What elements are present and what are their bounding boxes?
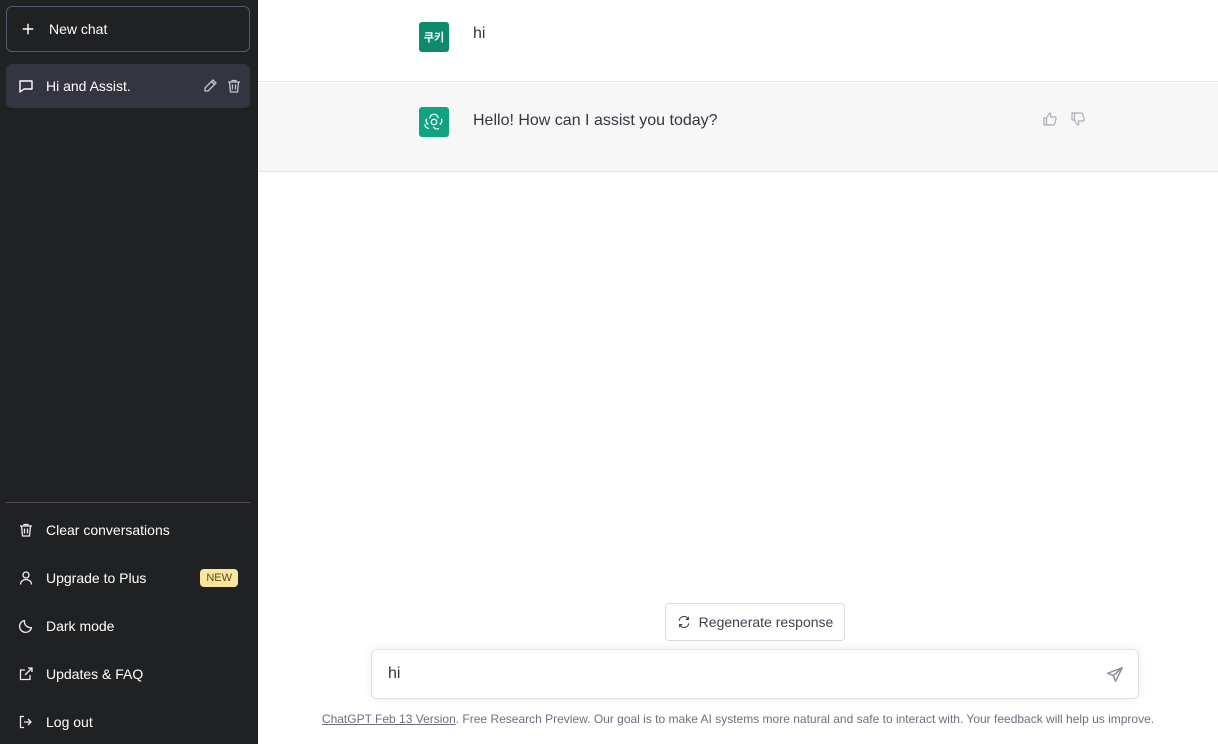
user-message-text: hi [473,25,486,42]
sidebar: New chat Hi and Assist. Clear conversati… [0,0,258,744]
message-input-box [371,649,1139,699]
send-icon[interactable] [1106,666,1124,684]
chat-title: Hi and Assist. [46,78,131,94]
trash-icon[interactable] [226,78,242,94]
app-window: New chat Hi and Assist. Clear conversati… [0,0,1218,744]
updates-faq-link[interactable]: Updates & FAQ [6,650,250,698]
updates-faq-label: Updates & FAQ [46,666,144,682]
feedback-controls [1042,111,1086,127]
version-link[interactable]: ChatGPT Feb 13 Version [322,712,456,726]
footer-text: . Free Research Preview. Our goal is to … [455,712,1155,726]
logout-icon [18,714,34,730]
moon-icon [18,618,34,634]
openai-logo-icon [419,107,449,137]
message-input[interactable] [388,650,1088,698]
clear-conversations-button[interactable]: Clear conversations [6,506,250,554]
user-icon [18,570,34,586]
trash-icon [18,522,34,538]
sidebar-chat-item[interactable]: Hi and Assist. [6,64,250,108]
pencil-icon[interactable] [202,78,218,94]
logout-label: Log out [46,714,93,730]
external-link-icon [18,666,34,682]
thumbs-down-icon[interactable] [1070,111,1086,127]
footer-disclaimer: ChatGPT Feb 13 Version. Free Research Pr… [258,712,1218,726]
upgrade-label: Upgrade to Plus [46,570,147,586]
sidebar-menu: Clear conversations Upgrade to Plus NEW … [6,506,250,744]
new-badge: NEW [200,569,238,587]
logout-button[interactable]: Log out [6,698,250,744]
user-message-row: 쿠키 hi [258,0,1218,82]
chat-bubble-icon [18,78,34,94]
new-chat-button[interactable]: New chat [6,6,250,52]
conversation-area: 쿠키 hi Hello! How can I assist you today? [258,0,1218,744]
dark-mode-label: Dark mode [46,618,115,634]
dark-mode-button[interactable]: Dark mode [6,602,250,650]
regenerate-label: Regenerate response [698,614,834,630]
sidebar-divider [6,502,250,503]
refresh-icon [677,615,691,629]
plus-icon [21,22,35,36]
regenerate-response-button[interactable]: Regenerate response [665,603,845,641]
user-avatar: 쿠키 [419,22,449,52]
thumbs-up-icon[interactable] [1042,111,1058,127]
upgrade-to-plus-button[interactable]: Upgrade to Plus NEW [6,554,250,602]
assistant-message-text: Hello! How can I assist you today? [473,112,718,129]
assistant-message-row: Hello! How can I assist you today? [258,83,1218,172]
new-chat-label: New chat [49,21,108,37]
clear-conversations-label: Clear conversations [46,522,170,538]
